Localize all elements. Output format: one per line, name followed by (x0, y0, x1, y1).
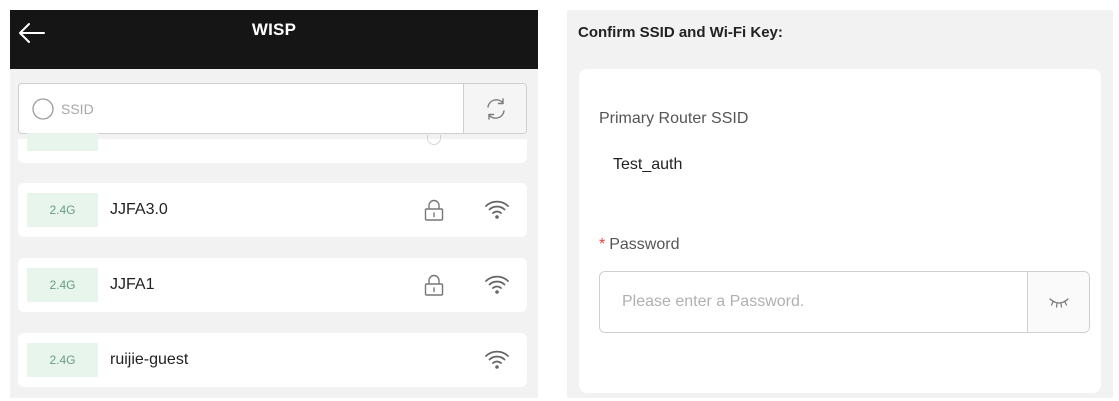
network-ssid: JJFA3.0 (110, 201, 168, 218)
network-row[interactable]: 2.4G JJFA3.0 (18, 183, 527, 237)
band-badge (27, 133, 98, 151)
password-field-wrap (599, 271, 1090, 333)
eye-closed-icon (1049, 298, 1069, 308)
band-badge: 2.4G (27, 268, 98, 302)
lock-icon (424, 199, 444, 221)
network-row[interactable]: 2.4G JJFA1 (18, 258, 527, 312)
password-label-text: Password (609, 236, 680, 253)
network-ssid: ruijie-guest (110, 351, 189, 368)
search-box (18, 83, 527, 134)
band-badge: 2.4G (27, 343, 98, 377)
toggle-password-visibility-button[interactable] (1027, 272, 1089, 332)
primary-ssid-label: Primary Router SSID (599, 110, 749, 127)
wisp-panel: WISP 2.4G JJFA3.0 (10, 10, 538, 398)
wisp-header: WISP (10, 10, 538, 69)
password-input[interactable] (622, 272, 1022, 332)
network-row[interactable] (18, 133, 527, 163)
network-row[interactable]: 2.4G ruijie-guest (18, 333, 527, 387)
wifi-signal-icon (485, 200, 509, 219)
lock-icon (424, 274, 444, 296)
password-label: * Password (599, 236, 679, 254)
search-input[interactable] (61, 84, 461, 133)
confirm-title: Confirm SSID and Wi-Fi Key: (578, 24, 783, 41)
page-title: WISP (251, 20, 297, 39)
lock-icon (427, 135, 441, 145)
wifi-signal-icon (485, 275, 509, 294)
wifi-signal-icon (485, 350, 509, 369)
network-ssid: JJFA1 (110, 276, 155, 293)
band-badge: 2.4G (27, 193, 98, 227)
confirm-card: Primary Router SSID Test_auth * Password (579, 69, 1101, 393)
refresh-icon (487, 98, 505, 120)
refresh-button[interactable] (463, 84, 526, 133)
required-mark: * (599, 236, 606, 253)
confirm-panel: Confirm SSID and Wi-Fi Key: Primary Rout… (567, 10, 1113, 398)
search-icon (32, 98, 54, 120)
primary-ssid-value: Test_auth (613, 156, 683, 173)
